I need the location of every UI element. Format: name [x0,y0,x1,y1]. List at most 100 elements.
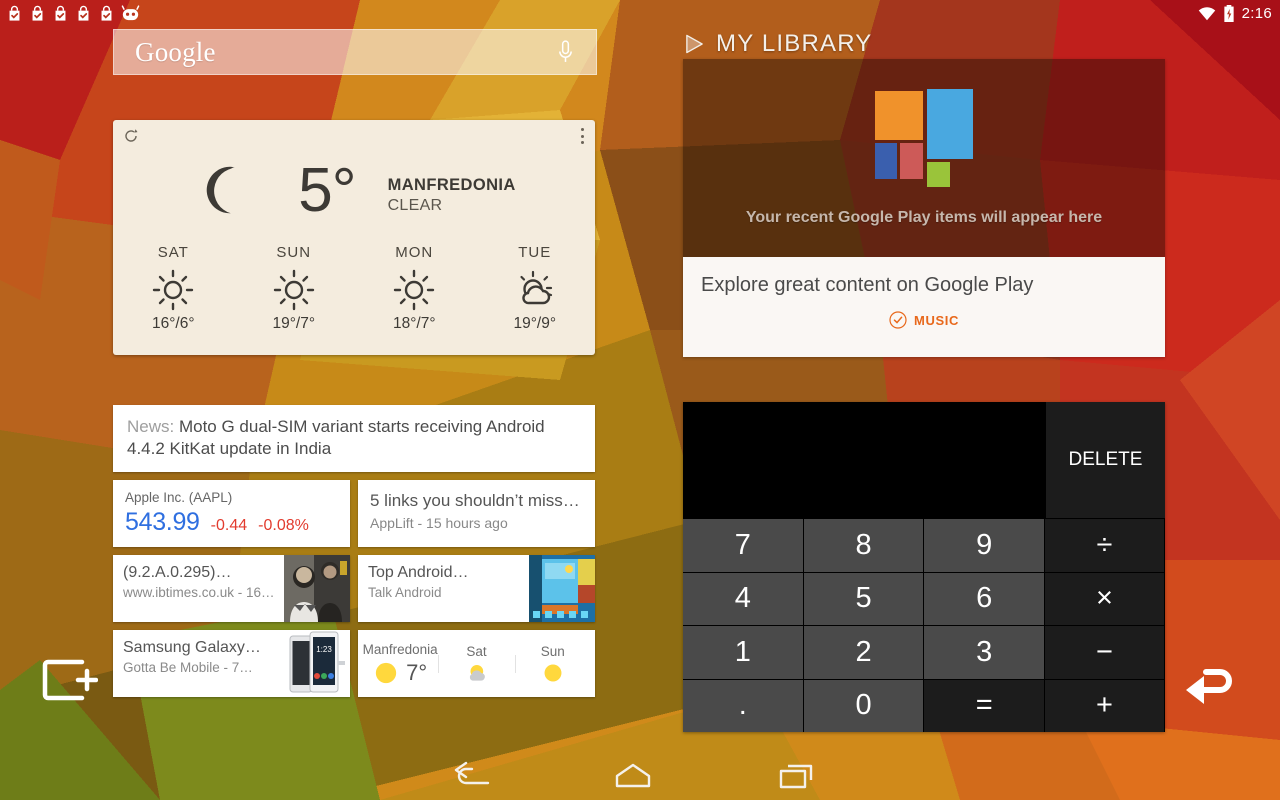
calculator-key-divide[interactable]: ÷ [1045,518,1166,572]
photo-two-men-thumbnail [284,555,350,623]
google-search-bar[interactable]: Google [113,29,597,75]
forecast-day[interactable]: MON 18°/7° [354,244,475,333]
library-title: MY LIBRARY [716,30,873,57]
calculator-key-9[interactable]: 9 [924,518,1046,572]
weather-forecast: SAT 16°/6° SUN 19°/7° MON 18°/7° TUE 19°… [113,244,595,333]
stock-change-percent: -0.08% [258,517,309,535]
voice-search-button[interactable] [557,39,574,65]
forecast-day-temps: 16°/6° [151,315,195,332]
forecast-day-temps: 19°/7° [272,315,316,332]
google-logo: Google [135,36,216,67]
applift-title: 5 links you shouldn’t miss… [370,491,580,511]
nav-home-button[interactable] [614,762,652,790]
weather-city: MANFREDONIA [387,175,516,194]
library-music-button[interactable]: MUSIC [683,311,1165,329]
calculator-key-3[interactable]: 3 [924,625,1046,679]
news-card-title: Top Android… [368,564,469,582]
overflow-menu-icon[interactable] [581,128,585,144]
check-circle-icon [889,311,907,329]
play-download-icon [9,5,20,21]
calculator-widget[interactable]: DELETE 7 8 9 ÷ 4 5 6 × 1 2 3 − . 0 = + [683,402,1166,732]
news-headline-card[interactable]: News: Moto G dual-SIM variant starts rec… [113,405,595,473]
refresh-icon[interactable] [123,128,139,144]
return-arrow-icon[interactable] [1178,660,1240,708]
calculator-row: 1 2 3 − [683,625,1166,679]
forecast-day[interactable]: SUN 19°/7° [234,244,355,333]
mini-weather-city: Manfredonia [362,641,438,657]
news-headline-text: Moto G dual-SIM variant starts receiving… [127,417,545,458]
microphone-icon [559,39,572,62]
stock-name: Apple Inc. (AAPL) [125,490,233,506]
calculator-display[interactable] [683,402,1045,518]
play-download-icon [55,5,66,21]
news-card[interactable]: (9.2.A.0.295)… www.ibtimes.co.uk - 16… [113,555,350,623]
applift-subtitle: AppLift - 15 hours ago [370,514,508,531]
calculator-key-multiply[interactable]: × [1045,571,1166,625]
mini-weather-day: Sat [438,644,514,684]
nav-back-button[interactable] [452,761,490,791]
news-card[interactable]: Top Android… Talk Android [358,555,595,623]
play-library-widget[interactable]: Your recent Google Play items will appea… [683,59,1165,357]
news-kicker: News: [127,417,175,436]
tablet-screen-thumbnail [529,555,595,623]
status-bar-right-icons: 2:16 [1198,4,1272,22]
calculator-key-minus[interactable]: − [1045,625,1166,679]
forecast-day-temps: 18°/7° [392,315,436,332]
applift-card[interactable]: 5 links you shouldn’t miss… AppLift - 15… [358,480,595,548]
weather-temperature: 5° [298,156,356,226]
play-download-icon [78,5,89,21]
weather-current: 5° MANFREDONIA CLEAR [113,120,595,222]
stock-card[interactable]: Apple Inc. (AAPL) 543.99 -0.44 -0.08% [113,480,350,548]
play-download-icon [101,5,112,21]
calculator-key-1[interactable]: 1 [683,625,804,679]
news-card-subtitle: Talk Android [368,585,442,601]
calculator-key-6[interactable]: 6 [924,571,1046,625]
library-header[interactable]: MY LIBRARY [684,30,873,58]
calculator-key-plus[interactable]: + [1045,678,1166,732]
forecast-day[interactable]: SAT 16°/6° [113,244,234,333]
calculator-row: 7 8 9 ÷ [683,518,1166,572]
calculator-key-0[interactable]: 0 [803,678,925,732]
cyanogenmod-icon [121,4,140,20]
mini-weather-card[interactable]: Manfredonia 7° Sat Sun [358,630,595,698]
calculator-key-7[interactable]: 7 [683,518,804,572]
stock-price: 543.99 [125,508,200,537]
nav-recents-button[interactable] [778,762,814,790]
google-now-news-widget[interactable]: News: Moto G dual-SIM variant starts rec… [113,405,595,698]
moon-icon [206,166,251,214]
forecast-day-name: SAT [157,244,189,261]
library-explore-card[interactable]: Explore great content on Google Play MUS… [683,257,1165,357]
library-explore-title: Explore great content on Google Play [701,274,1034,296]
news-card-title: Samsung Galaxy… [123,639,261,657]
forecast-day-name: SUN [276,244,312,261]
calculator-key-5[interactable]: 5 [803,571,925,625]
calculator-key-2[interactable]: 2 [803,625,925,679]
smartphone-thumbnail: 1:23 [284,630,350,698]
recents-icon [779,764,813,789]
add-page-icon[interactable] [42,658,98,702]
calculator-delete-button[interactable]: DELETE [1045,402,1165,518]
calculator-key-8[interactable]: 8 [803,518,925,572]
news-card[interactable]: Samsung Galaxy… Gotta Be Mobile - 7… 1:2… [113,630,350,698]
mini-weather-day-label: Sat [466,643,487,659]
sun-icon [544,664,562,682]
forecast-day[interactable]: TUE 19°/9° [475,244,596,333]
back-icon [454,761,490,785]
sun-icon [234,267,355,313]
library-empty-text: Your recent Google Play items will appea… [745,209,1103,226]
status-bar[interactable]: 2:16 [0,0,1280,26]
mini-weather-day-label: Sun [540,643,565,659]
sun-icon [113,267,234,313]
navigation-bar[interactable] [0,752,1280,800]
news-card-title: (9.2.A.0.295)… [123,564,232,582]
forecast-day-name: MON [395,244,434,261]
forecast-day-name: TUE [518,244,552,261]
calculator-key-equals[interactable]: = [924,678,1046,732]
calculator-row: . 0 = + [683,678,1166,732]
sun-icon [375,662,397,683]
weather-widget[interactable]: 5° MANFREDONIA CLEAR SAT 16°/6° SUN 19°/… [113,120,595,355]
partly-cloudy-icon [475,267,596,313]
news-row: (9.2.A.0.295)… www.ibtimes.co.uk - 16… T… [113,555,595,623]
calculator-key-decimal[interactable]: . [683,678,804,732]
calculator-key-4[interactable]: 4 [683,571,804,625]
